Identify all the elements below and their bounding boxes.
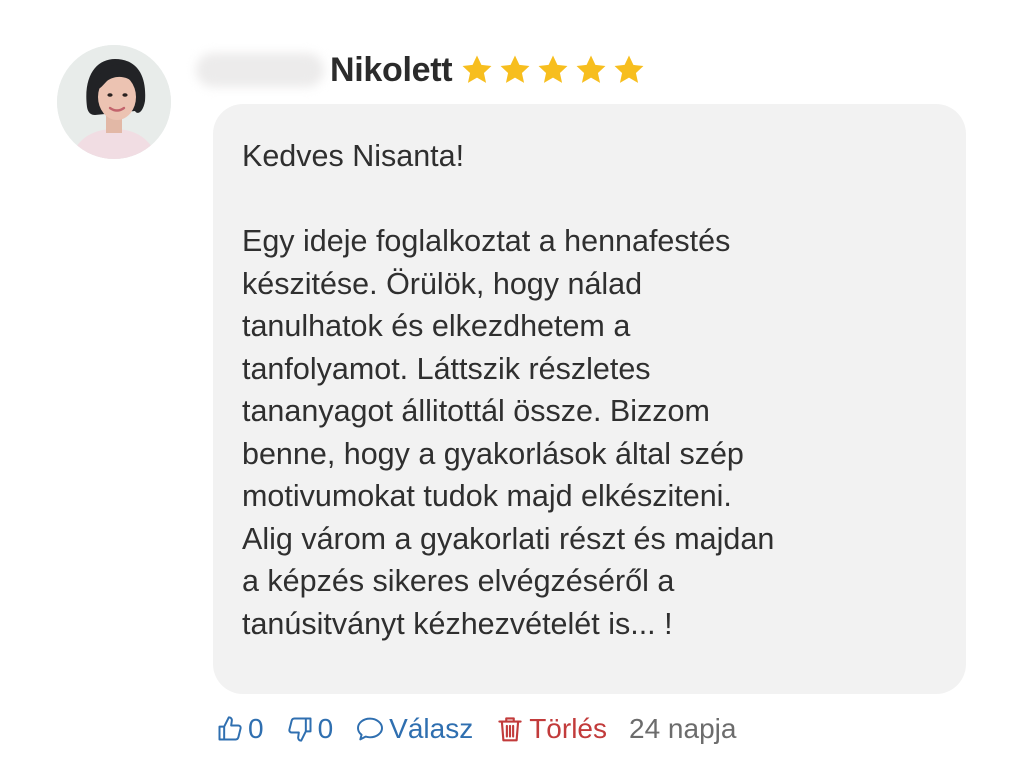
review-card: Nikolett Kedves Nisanta! Egy ideje fogla… [0,0,1024,778]
comment-line: Egy ideje foglalkoztat a hennafestés [242,224,731,258]
trash-icon [498,717,522,742]
thumbs-up-icon [218,716,242,741]
comment-line: tanfolyamot. Láttszik részletes [242,351,651,386]
star-icon [498,53,532,87]
delete-button[interactable]: Törlés [495,713,607,745]
comment-line: tanúsitványt kézhezvételét is... ! [242,606,673,641]
like-count: 0 [248,713,264,744]
action-bar: 0 0 Válasz Törlés 24 napja [216,707,758,751]
like-button[interactable]: 0 [216,713,264,745]
star-icon [612,53,646,87]
comment-line: tanulhatok és elkezdhetem a [242,309,631,343]
redacted-surname [196,53,324,87]
comment-greeting: Kedves Nisanta! [242,139,465,173]
comment-line: készitése. Örülök, hogy nálad [242,266,643,301]
comment-line: benne, hogy a gyakorlások által szép [242,436,744,471]
comment-line: a képzés sikeres elvégzéséről a [242,564,675,598]
thumbs-down-icon [287,717,312,742]
avatar-photo [57,45,171,159]
review-header: Nikolett [196,40,646,100]
star-icon [574,53,608,87]
dislike-button[interactable]: 0 [286,713,334,745]
reply-label: Válasz [389,713,474,744]
comment-line: Alig várom a gyakorlati részt és majdan [242,521,775,556]
star-icon [460,53,494,87]
speech-bubble-icon [357,717,384,741]
comment-text: Kedves Nisanta! Egy ideje foglalkoztat a… [242,135,947,645]
author: Nikolett [196,50,453,90]
star-rating [460,53,646,87]
dislike-count: 0 [317,713,334,744]
avatar[interactable] [57,45,171,159]
delete-label: Törlés [529,713,607,744]
comment-age-text: 24 napja [629,713,737,744]
comment-line: motivumokat tudok majd elkésziteni. [242,479,732,513]
reply-button[interactable]: Válasz [355,713,473,745]
comment-line: tananyagot állitottál össze. Bizzom [242,394,710,428]
comment-age: 24 napja [629,713,736,745]
author-name: Nikolett [330,50,453,89]
star-icon [536,53,570,87]
